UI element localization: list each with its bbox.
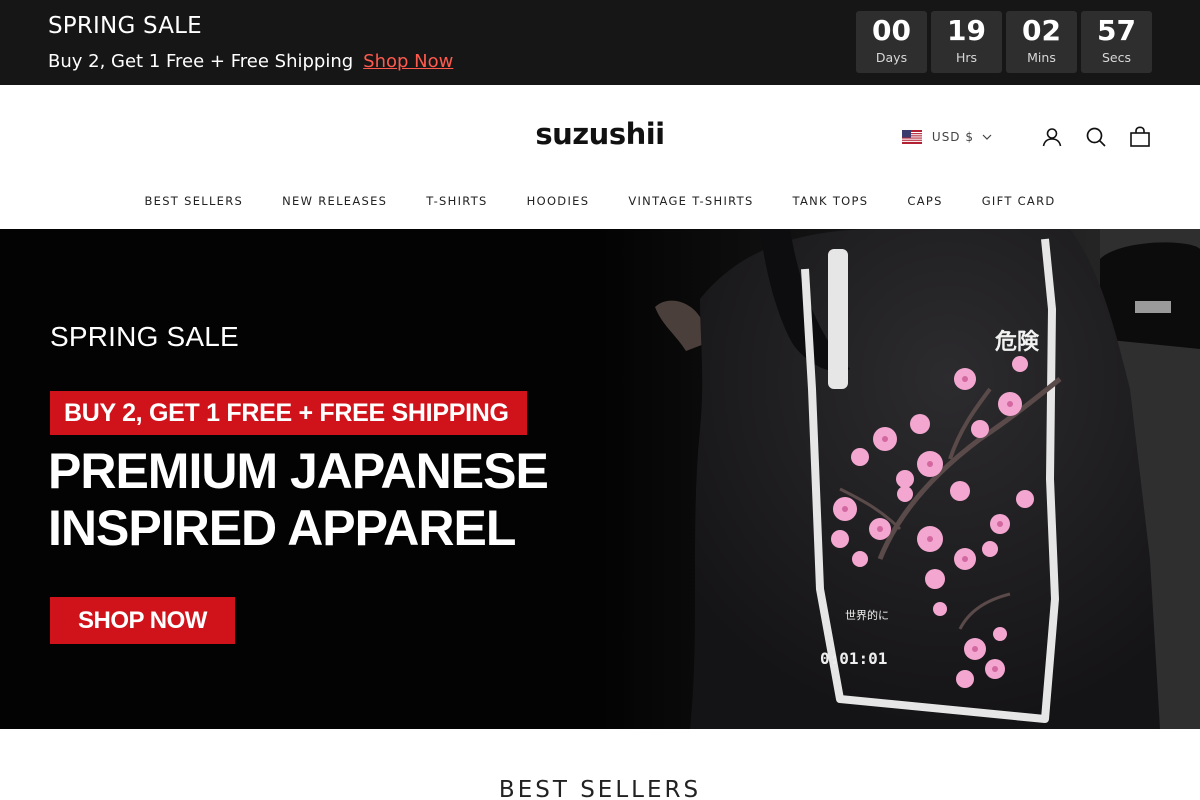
countdown-timer: 00 Days 19 Hrs 02 Mins 57 Secs [856, 11, 1152, 73]
nav-item-gift-card[interactable]: GIFT CARD [982, 194, 1056, 208]
currency-selector[interactable]: USD $ [901, 130, 992, 144]
announcement-bar: SPRING SALE Buy 2, Get 1 Free + Free Shi… [0, 0, 1200, 85]
countdown-label: Mins [1027, 50, 1056, 65]
hoodie-timer-text: 0:01:01 [820, 649, 887, 668]
hoodie-small-kanji: 世界的に [845, 608, 889, 622]
nav-item-tank-tops[interactable]: TANK TOPS [793, 194, 869, 208]
nav-item-t-shirts[interactable]: T-SHIRTS [426, 194, 487, 208]
countdown-days: 00 Days [856, 11, 927, 73]
nav-item-hoodies[interactable]: HOODIES [527, 194, 590, 208]
hero-banner: 危険 0:01:01 世界的に SPRING SALE BUY 2, GET 1… [0, 229, 1200, 729]
hero-eyebrow: SPRING SALE [50, 321, 239, 352]
announcement-title: SPRING SALE [48, 13, 202, 39]
best-sellers-heading: BEST SELLERS [498, 777, 702, 800]
nav-item-new-releases[interactable]: NEW RELEASES [282, 194, 387, 208]
nav-item-best-sellers[interactable]: BEST SELLERS [144, 194, 243, 208]
search-icon[interactable] [1084, 125, 1108, 149]
us-flag-icon [901, 130, 922, 144]
countdown-minutes: 02 Mins [1006, 11, 1077, 73]
countdown-value: 02 [1022, 14, 1061, 47]
account-icon[interactable] [1040, 125, 1064, 149]
currency-label: USD $ [931, 130, 974, 144]
countdown-value: 19 [947, 14, 986, 47]
countdown-seconds: 57 Secs [1081, 11, 1152, 73]
site-header: suzushii USD $ BEST SELLERS NEW RELEASES… [0, 85, 1200, 229]
announcement-text: Buy 2, Get 1 Free + Free Shipping [48, 51, 354, 72]
hero-shop-now-button[interactable]: SHOP NOW [50, 597, 235, 644]
announcement-subtitle: Buy 2, Get 1 Free + Free Shipping Shop No… [48, 51, 453, 72]
hoodie-kanji-text: 危険 [995, 329, 1040, 355]
countdown-label: Days [875, 50, 908, 65]
hero-promo-badge: BUY 2, GET 1 FREE + FREE SHIPPING [50, 391, 527, 435]
header-actions: USD $ [901, 125, 1152, 149]
cart-bag-icon[interactable] [1128, 125, 1152, 149]
hero-headline: PREMIUM JAPANESE INSPIRED APPAREL [48, 443, 549, 557]
countdown-hours: 19 Hrs [931, 11, 1002, 73]
countdown-label: Hrs [955, 50, 978, 65]
nav-item-vintage-t-shirts[interactable]: VINTAGE T-SHIRTS [628, 194, 753, 208]
countdown-value: 57 [1097, 14, 1136, 47]
chevron-down-icon [982, 134, 992, 140]
countdown-value: 00 [872, 14, 911, 47]
hero-headline-line: INSPIRED APPAREL [48, 500, 516, 556]
hero-headline-line: PREMIUM JAPANESE [48, 443, 549, 499]
shop-now-link[interactable]: Shop Now [363, 51, 453, 72]
main-navigation: BEST SELLERS NEW RELEASES T-SHIRTS HOODI… [0, 194, 1200, 208]
nav-item-caps[interactable]: CAPS [907, 194, 942, 208]
countdown-label: Secs [1101, 50, 1131, 65]
